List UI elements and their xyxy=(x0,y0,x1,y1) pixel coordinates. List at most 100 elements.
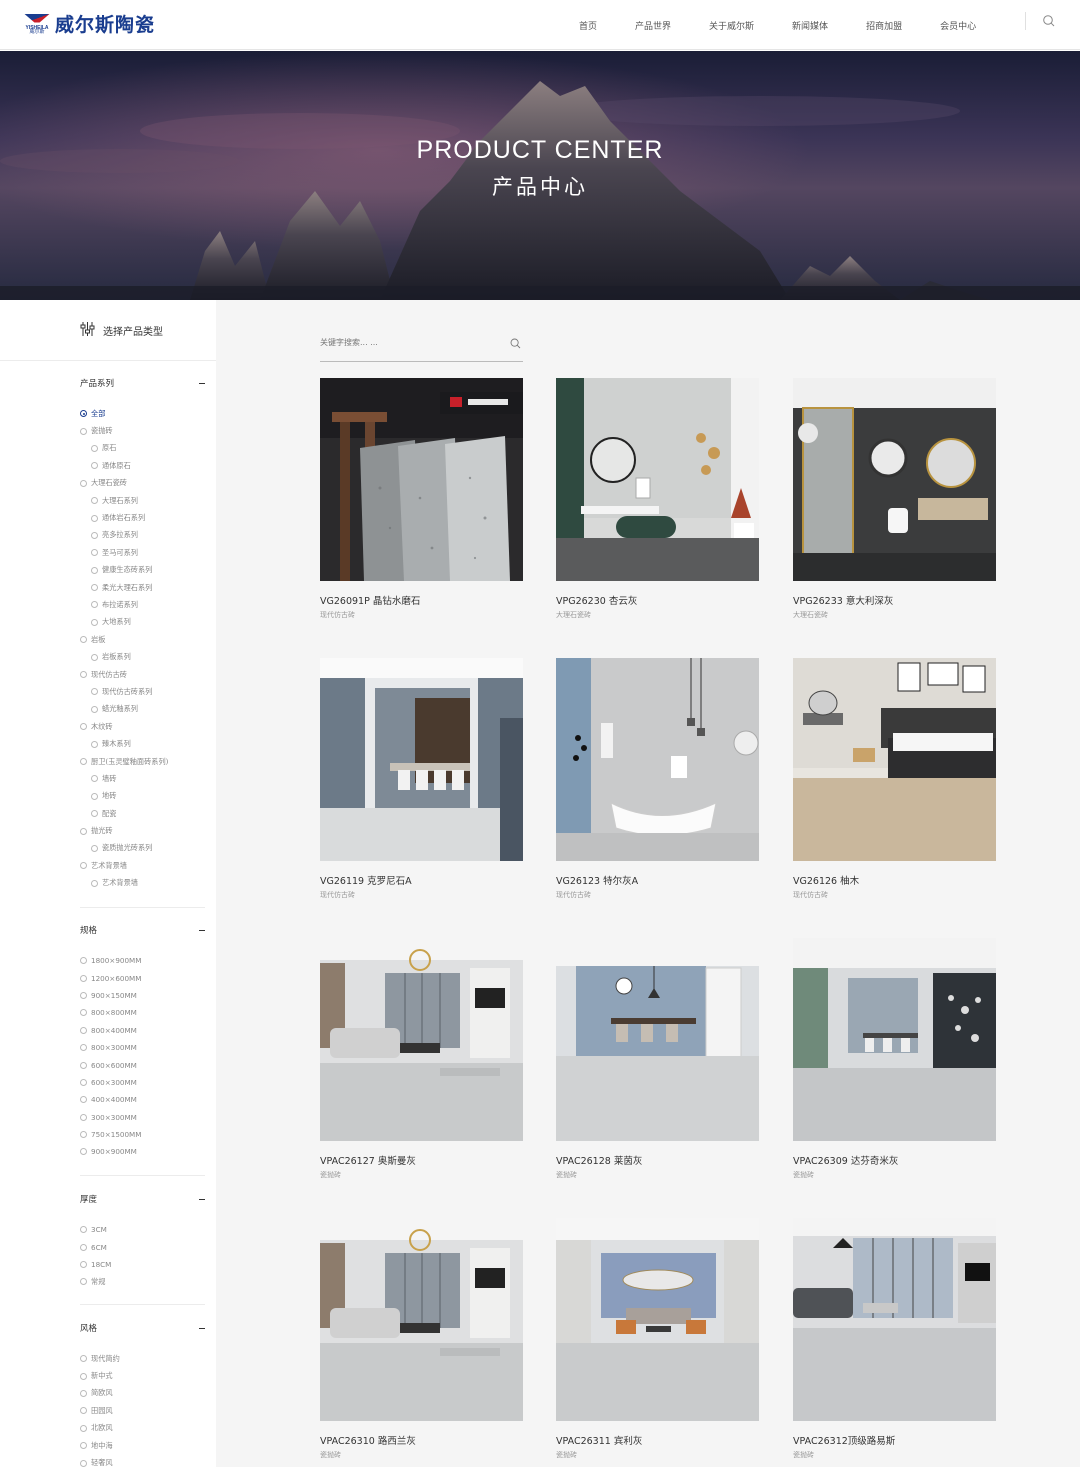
filter-option[interactable]: 墙砖 xyxy=(80,770,205,787)
product-image[interactable] xyxy=(556,1218,759,1421)
product-image[interactable] xyxy=(793,938,996,1141)
filter-option[interactable]: 北欧风 xyxy=(80,1420,205,1437)
filter-option[interactable]: 配瓷 xyxy=(80,805,205,822)
filter-option[interactable]: 通体岩石系列 xyxy=(80,509,205,526)
product-title[interactable]: VPAC26311 宾利灰 xyxy=(556,1433,759,1447)
product-title[interactable]: VPAC26127 奥斯曼灰 xyxy=(320,1153,523,1167)
filter-option[interactable]: 柔光大理石系列 xyxy=(80,579,205,596)
filter-option[interactable]: 18CM xyxy=(80,1256,205,1273)
product-title[interactable]: VPAC26309 达芬奇米灰 xyxy=(793,1153,996,1167)
filter-option[interactable]: 大理石系列 xyxy=(80,492,205,509)
filter-option[interactable]: 现代仿古砖系列 xyxy=(80,683,205,700)
filter-option[interactable]: 现代仿古砖 xyxy=(80,666,205,683)
filter-option[interactable]: 蜡光釉系列 xyxy=(80,701,205,718)
filter-option[interactable]: 原石 xyxy=(80,440,205,457)
filter-option[interactable]: 全部 xyxy=(80,405,205,422)
filter-option[interactable]: 常规 xyxy=(80,1273,205,1290)
product-image[interactable] xyxy=(320,658,523,861)
product-image[interactable] xyxy=(793,1218,996,1421)
filter-option[interactable]: 木纹砖 xyxy=(80,718,205,735)
filter-option[interactable]: 瓷质抛光砖系列 xyxy=(80,840,205,857)
product-title[interactable]: VG26126 柚木 xyxy=(793,873,996,887)
product-title[interactable]: VPAC26128 莱茵灰 xyxy=(556,1153,759,1167)
filter-option[interactable]: 艺术背景墙 xyxy=(80,875,205,892)
product-image[interactable] xyxy=(556,378,759,581)
filter-option[interactable]: 1800×900MM xyxy=(80,952,205,969)
filter-option[interactable]: 800×300MM xyxy=(80,1039,205,1056)
filter-option[interactable]: 瓷抛砖 xyxy=(80,422,205,439)
filter-option[interactable]: 臻木系列 xyxy=(80,735,205,752)
filter-option[interactable]: 简欧风 xyxy=(80,1385,205,1402)
filter-option[interactable]: 3CM xyxy=(80,1221,205,1238)
filter-option[interactable]: 1200×600MM xyxy=(80,969,205,986)
filter-option[interactable]: 亮多拉系列 xyxy=(80,527,205,544)
product-card[interactable]: VG26119 克罗尼石A 现代仿古砖 xyxy=(320,658,523,900)
filter-option[interactable]: 健康生态砖系列 xyxy=(80,562,205,579)
filter-option[interactable]: 6CM xyxy=(80,1238,205,1255)
nav-item[interactable]: 招商加盟 xyxy=(866,19,902,32)
filter-option[interactable]: 900×900MM xyxy=(80,1143,205,1160)
filter-option[interactable]: 岩板 xyxy=(80,631,205,648)
filter-option[interactable]: 圣马可系列 xyxy=(80,544,205,561)
filter-option[interactable]: 400×400MM xyxy=(80,1091,205,1108)
filter-option[interactable]: 艺术背景墙 xyxy=(80,857,205,874)
product-image[interactable] xyxy=(320,938,523,1141)
product-card[interactable]: VPAC26312顶级路易斯 瓷抛砖 xyxy=(793,1218,996,1460)
nav-item[interactable]: 关于威尔斯 xyxy=(709,19,754,32)
product-image[interactable] xyxy=(320,1218,523,1421)
filter-option[interactable]: 布拉诺系列 xyxy=(80,596,205,613)
filter-option[interactable]: 750×1500MM xyxy=(80,1126,205,1143)
product-card[interactable]: VPG26233 意大利深灰 大理石瓷砖 xyxy=(793,378,996,620)
filter-option[interactable]: 田园风 xyxy=(80,1402,205,1419)
filter-option[interactable]: 地中海 xyxy=(80,1437,205,1454)
logo[interactable]: YISHEILA 威尔斯 威尔斯陶瓷 xyxy=(24,10,155,37)
filter-option[interactable]: 岩板系列 xyxy=(80,648,205,665)
keyword-search-input[interactable] xyxy=(320,338,500,347)
filter-option[interactable]: 800×400MM xyxy=(80,1022,205,1039)
filter-option[interactable]: 600×300MM xyxy=(80,1074,205,1091)
product-image[interactable] xyxy=(793,378,996,581)
filter-option[interactable]: 轻奢风 xyxy=(80,1454,205,1467)
nav-item[interactable]: 新闻媒体 xyxy=(792,19,828,32)
search-icon[interactable] xyxy=(1042,14,1056,28)
product-card[interactable]: VPG26230 杏云灰 大理石瓷砖 xyxy=(556,378,759,620)
product-title[interactable]: VG26123 特尔灰A xyxy=(556,873,759,887)
filter-option[interactable]: 厨卫(玉灵璧釉面砖系列) xyxy=(80,753,205,770)
filter-option[interactable]: 大地系列 xyxy=(80,614,205,631)
product-image[interactable] xyxy=(556,938,759,1141)
filter-option[interactable]: 通体原石 xyxy=(80,457,205,474)
nav-item[interactable]: 首页 xyxy=(579,19,597,32)
filter-option[interactable]: 300×300MM xyxy=(80,1109,205,1126)
product-image[interactable] xyxy=(320,378,523,581)
product-card[interactable]: VPAC26311 宾利灰 瓷抛砖 xyxy=(556,1218,759,1460)
product-card[interactable]: VG26126 柚木 现代仿古砖 xyxy=(793,658,996,900)
filter-option[interactable]: 600×600MM xyxy=(80,1056,205,1073)
filter-option[interactable]: 抛光砖 xyxy=(80,822,205,839)
product-title[interactable]: VPAC26310 路西兰灰 xyxy=(320,1433,523,1447)
series-filter-title[interactable]: 产品系列 xyxy=(80,377,205,391)
product-title[interactable]: VPG26233 意大利深灰 xyxy=(793,593,996,607)
spec-filter-title[interactable]: 规格 xyxy=(80,924,205,938)
product-title[interactable]: VPG26230 杏云灰 xyxy=(556,593,759,607)
product-card[interactable]: VPAC26310 路西兰灰 瓷抛砖 xyxy=(320,1218,523,1460)
product-card[interactable]: VPAC26127 奥斯曼灰 瓷抛砖 xyxy=(320,938,523,1180)
product-title[interactable]: VG26091P 晶钻水磨石 xyxy=(320,593,523,607)
product-card[interactable]: VPAC26128 莱茵灰 瓷抛砖 xyxy=(556,938,759,1180)
product-card[interactable]: VG26123 特尔灰A 现代仿古砖 xyxy=(556,658,759,900)
nav-item[interactable]: 会员中心 xyxy=(940,19,976,32)
filter-option[interactable]: 大理石瓷砖 xyxy=(80,475,205,492)
product-image[interactable] xyxy=(556,658,759,861)
product-card[interactable]: VG26091P 晶钻水磨石 现代仿古砖 xyxy=(320,378,523,620)
product-title[interactable]: VG26119 克罗尼石A xyxy=(320,873,523,887)
product-title[interactable]: VPAC26312顶级路易斯 xyxy=(793,1433,996,1447)
product-image[interactable] xyxy=(793,658,996,861)
filter-option[interactable]: 800×800MM xyxy=(80,1004,205,1021)
search-icon[interactable] xyxy=(510,338,521,349)
style-filter-title[interactable]: 风格 xyxy=(80,1322,205,1336)
filter-option[interactable]: 现代简约 xyxy=(80,1350,205,1367)
thickness-filter-title[interactable]: 厚度 xyxy=(80,1193,205,1207)
filter-option[interactable]: 900×150MM xyxy=(80,987,205,1004)
filter-option[interactable]: 新中式 xyxy=(80,1367,205,1384)
filter-option[interactable]: 地砖 xyxy=(80,788,205,805)
nav-item[interactable]: 产品世界 xyxy=(635,19,671,32)
